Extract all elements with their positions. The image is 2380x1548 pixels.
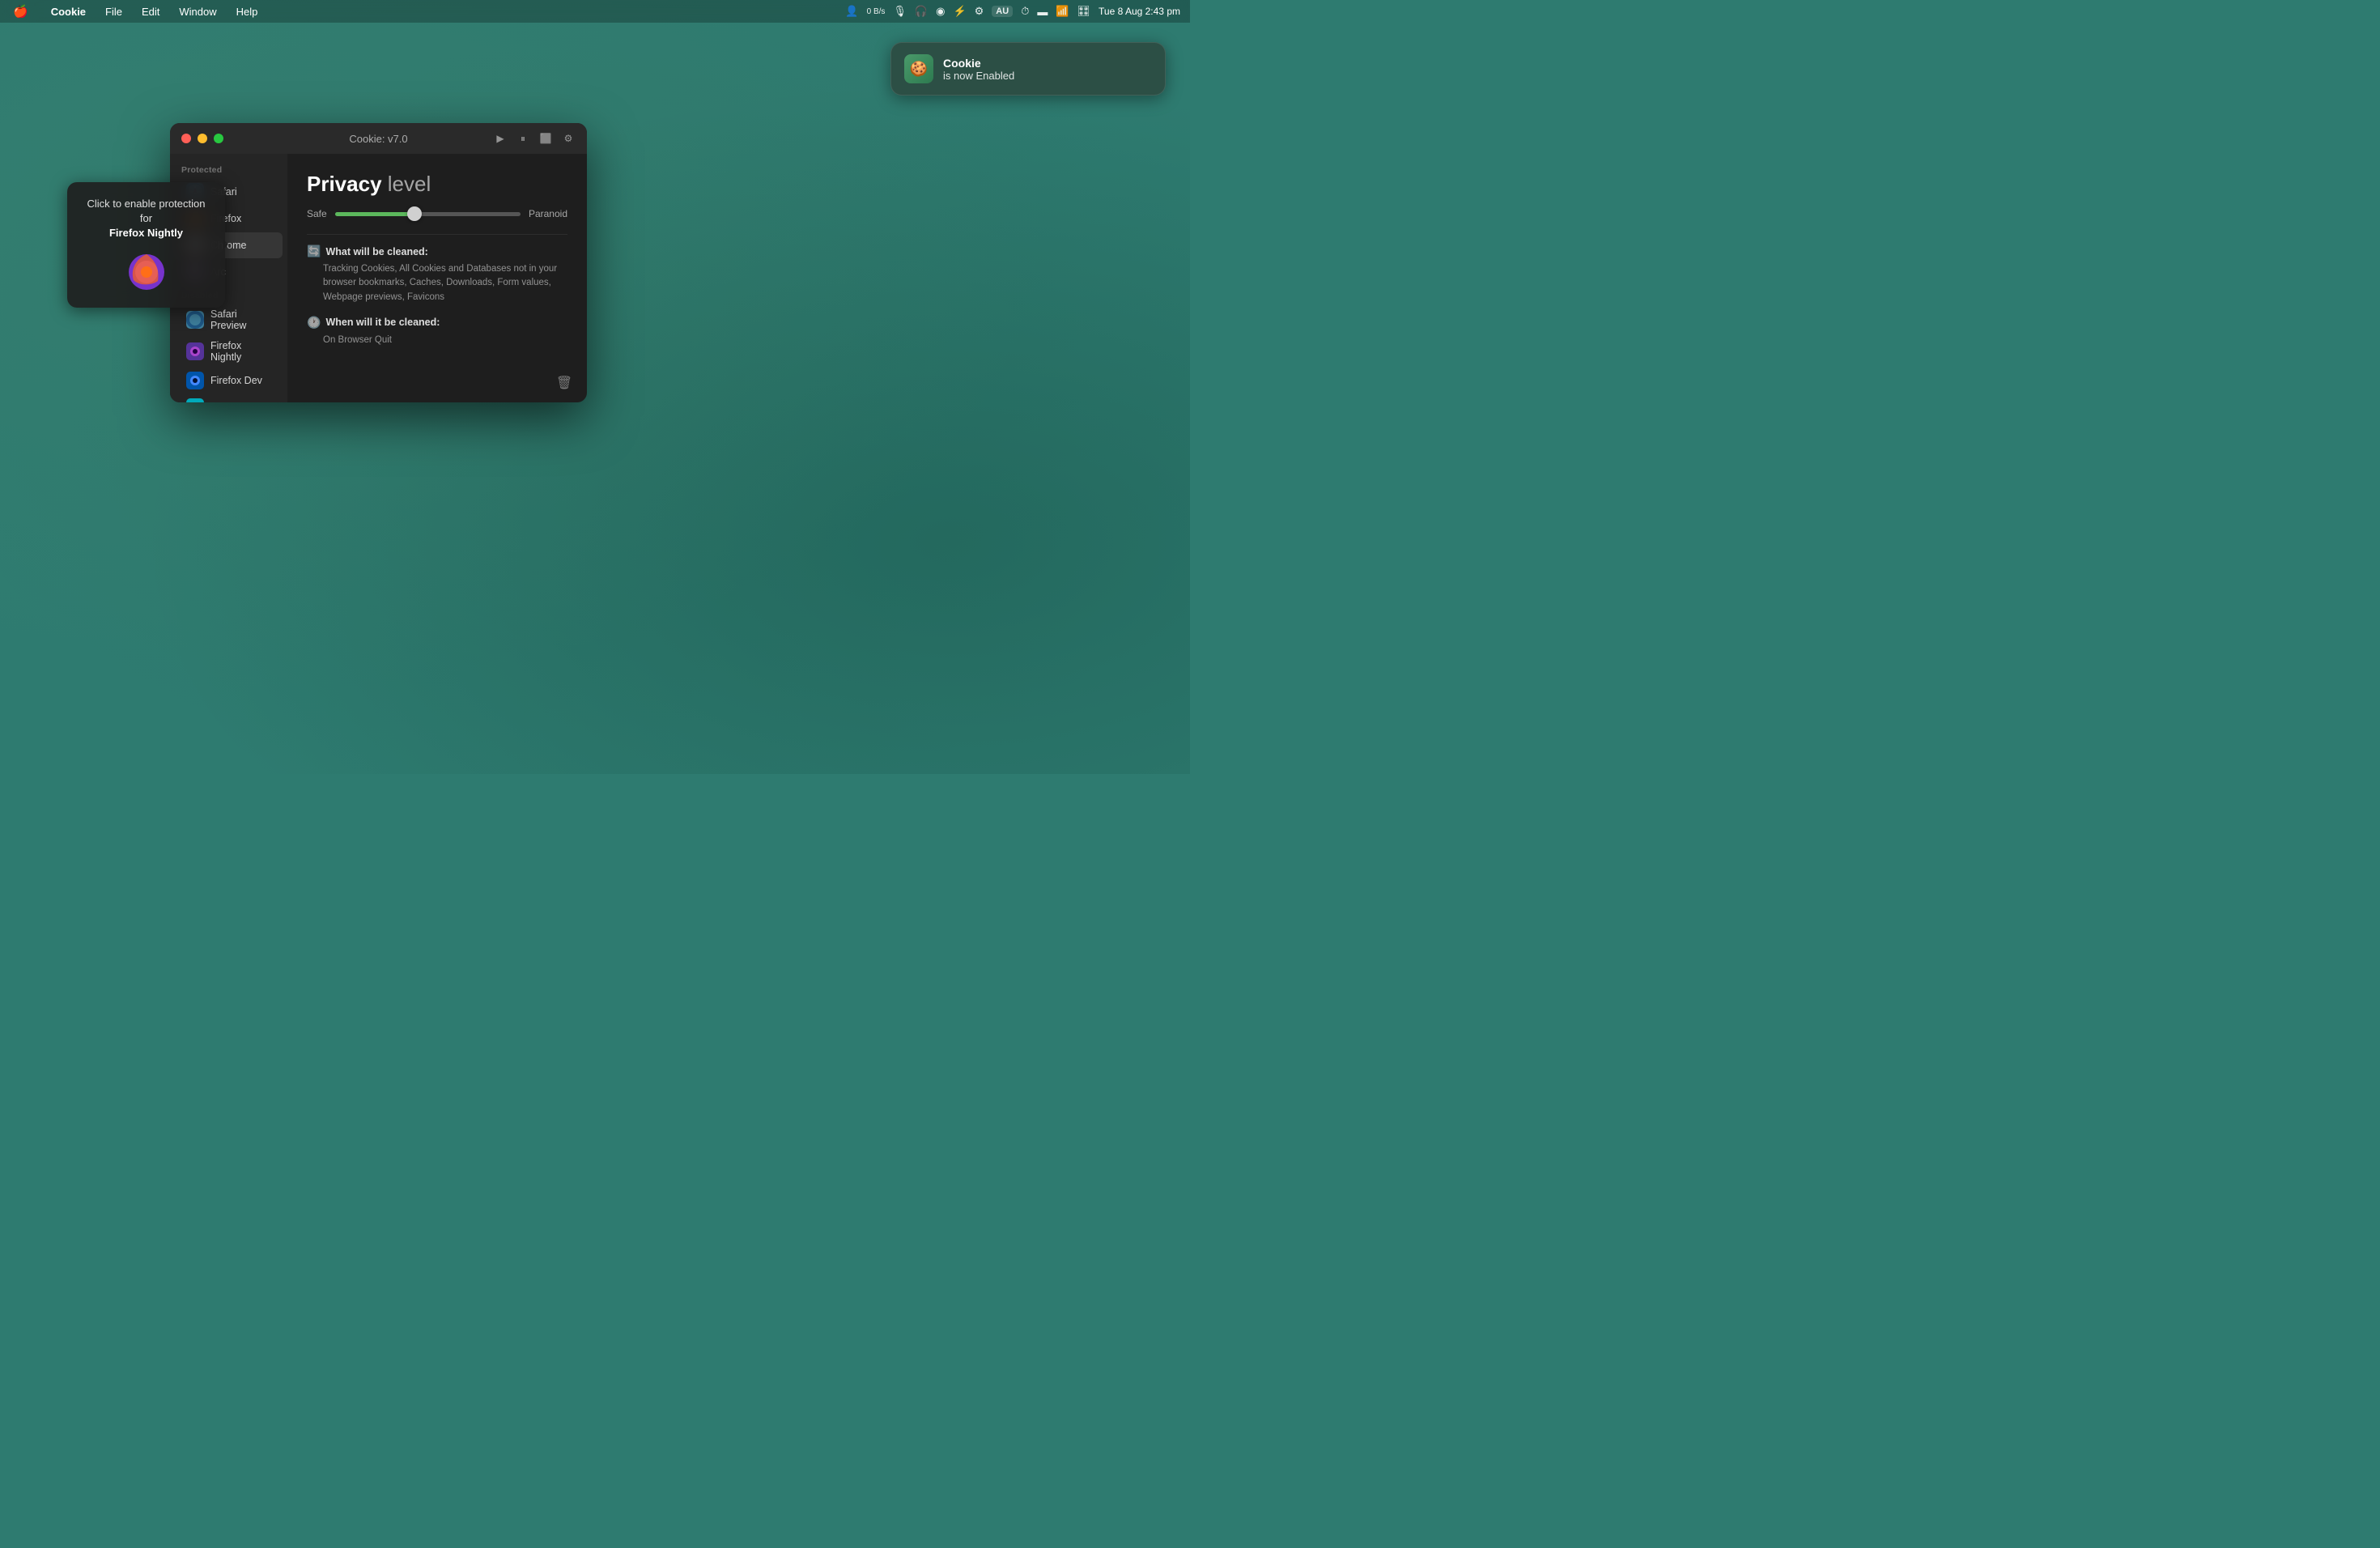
help-menu[interactable]: Help <box>233 4 261 19</box>
tooltip-text: Click to enable protection for Firefox N… <box>80 197 212 241</box>
au-badge[interactable]: AU <box>992 6 1013 17</box>
headphones-icon[interactable]: 🎧 <box>915 5 928 18</box>
safari-preview-name: Safari Preview <box>210 308 271 331</box>
window-mode-button[interactable]: ⬜ <box>538 131 553 146</box>
menubar-left: 🍎 Cookie File Edit Window Help <box>10 2 261 20</box>
window-controls-right: ▶ ⏸ ⬜ ⚙ <box>493 131 576 146</box>
traffic-lights <box>181 134 223 143</box>
maximize-button[interactable] <box>214 134 223 143</box>
paranoid-label: Paranoid <box>529 208 567 219</box>
notification-app-icon: 🍪 <box>904 54 933 83</box>
bluetooth-icon[interactable]: ◉ <box>936 5 945 18</box>
sidebar-item-safari-preview[interactable]: Safari Preview <box>175 304 283 335</box>
control-center-icon[interactable]: 🎛 <box>1077 5 1091 18</box>
safe-label: Safe <box>307 208 327 219</box>
what-section-body: Tracking Cookies, All Cookies and Databa… <box>307 262 567 304</box>
wifi-icon[interactable]: 📶 <box>1056 5 1069 18</box>
network-icon[interactable]: 0 B/s <box>867 7 886 16</box>
firefox-nightly-icon <box>186 342 204 360</box>
app-window: Cookie: v7.0 ▶ ⏸ ⬜ ⚙ Protected <box>170 123 587 402</box>
datetime-display[interactable]: Tue 8 Aug 2:43 pm <box>1099 6 1180 17</box>
time-machine-icon[interactable]: ⏱ <box>1021 5 1029 18</box>
firefox-dev-icon <box>186 372 204 389</box>
waterfox-icon <box>186 398 204 402</box>
what-section-title: 🔄 What will be cleaned: <box>307 245 567 258</box>
gear-icon[interactable]: ⚙ <box>975 5 984 18</box>
edit-menu[interactable]: Edit <box>138 4 163 19</box>
main-content: Privacy level Safe Paranoid 🔄 What will … <box>287 154 587 402</box>
privacy-heading: Privacy level <box>307 172 567 197</box>
window-menu[interactable]: Window <box>176 4 219 19</box>
safari-preview-icon <box>186 311 204 329</box>
notification-content: Cookie is now Enabled <box>943 57 1014 82</box>
when-section-body: On Browser Quit <box>307 334 567 347</box>
when-icon: 🕐 <box>307 316 321 330</box>
what-icon: 🔄 <box>307 245 321 258</box>
notification-banner: 🍪 Cookie is now Enabled <box>890 42 1166 96</box>
app-name-menu[interactable]: Cookie <box>48 4 89 19</box>
sidebar-item-firefox-dev[interactable]: Firefox Dev <box>175 368 283 393</box>
notification-title: Cookie <box>943 57 1014 70</box>
sidebar-item-waterfox[interactable]: Waterfox <box>175 394 283 402</box>
pause-button[interactable]: ⏸ <box>516 131 530 146</box>
slider-thumb[interactable] <box>407 206 422 221</box>
trash-button[interactable]: 🗑 <box>553 372 576 394</box>
window-title: Cookie: v7.0 <box>349 133 407 145</box>
window-body: Protected Safari <box>170 154 587 402</box>
notification-subtitle: is now Enabled <box>943 70 1014 82</box>
when-section-title: 🕐 When will it be cleaned: <box>307 316 567 330</box>
tooltip-popup[interactable]: Click to enable protection for Firefox N… <box>67 182 225 308</box>
minimize-button[interactable] <box>198 134 207 143</box>
battery-icon[interactable]: ▬ <box>1037 6 1048 18</box>
settings-button[interactable]: ⚙ <box>561 131 576 146</box>
tooltip-browser-icon <box>125 251 168 293</box>
firefox-dev-name: Firefox Dev <box>210 375 262 386</box>
window-titlebar: Cookie: v7.0 ▶ ⏸ ⬜ ⚙ <box>170 123 587 154</box>
slider-row: Safe Paranoid <box>307 208 567 219</box>
audio-icon[interactable]: 🎙 <box>893 5 907 18</box>
close-button[interactable] <box>181 134 191 143</box>
apple-menu[interactable]: 🍎 <box>10 2 32 20</box>
play-button[interactable]: ▶ <box>493 131 508 146</box>
user-icon[interactable]: 👤 <box>845 5 858 18</box>
firefox-nightly-name: Firefox Nightly <box>210 340 271 363</box>
tooltip-bold-text: Firefox Nightly <box>109 227 183 239</box>
file-menu[interactable]: File <box>102 4 125 19</box>
protected-label: Protected <box>170 160 287 178</box>
divider-1 <box>307 234 567 235</box>
menubar-right: 👤 0 B/s 🎙 🎧 ◉ ⚡ ⚙ AU ⏱ ▬ 📶 🎛 Tue 8 Aug 2… <box>845 5 1180 18</box>
flash-icon[interactable]: ⚡ <box>953 5 966 18</box>
slider-track[interactable] <box>335 212 521 216</box>
sidebar-item-firefox-nightly[interactable]: Firefox Nightly <box>175 336 283 367</box>
menubar: 🍎 Cookie File Edit Window Help 👤 0 B/s 🎙… <box>0 0 1190 23</box>
